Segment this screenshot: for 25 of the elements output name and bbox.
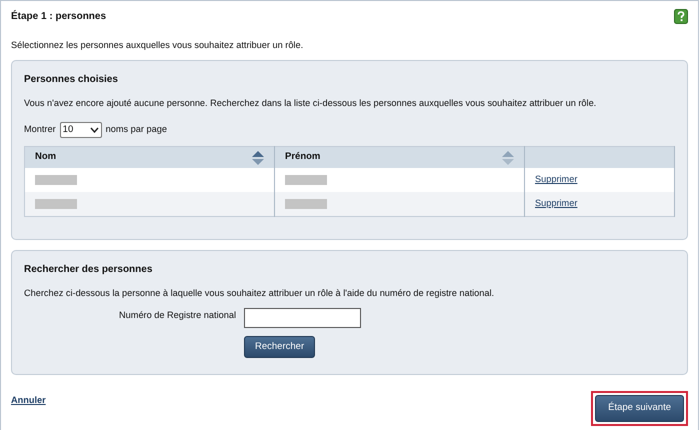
redacted-block [285,198,327,209]
redacted-block [35,174,77,185]
help-icon[interactable] [674,9,688,24]
info-text: Cherchez ci-dessous la personne à laquelle vous souhaitez attribuer un rôle à l'aide du numéro de registre national. [24,288,496,300]
delete-link[interactable]: Supprimer [535,174,578,184]
redacted-block [285,174,327,185]
delete-link[interactable]: Supprimer [535,198,578,208]
column-header[interactable]: Prénom [285,151,320,164]
per-page-label: noms par page [106,124,167,136]
next-step-button[interactable]: Étape suivante [595,395,684,422]
sort-icon[interactable] [252,150,264,165]
show-label: Montrer [24,124,56,136]
panel-heading: Rechercher des personnes [24,262,154,276]
column-header[interactable]: Nom [35,151,56,164]
page-size-select[interactable]: 10 [60,122,102,138]
search-button[interactable]: Rechercher [244,336,316,358]
intro-text: Sélectionnez les personnes auxquelles vous souhaitez attribuer un rôle. [11,40,304,52]
info-text: Vous n'avez encore ajouté aucune personne. Recherchez dans la liste ci-dessous les personnes auxquelles vous souhaitez attribuer un rôle. [24,98,598,110]
cancel-link[interactable]: Annuler [11,395,46,408]
page-title: Étape 1 : personnes [11,10,106,23]
caret-icon[interactable] [90,126,99,133]
register-number-field[interactable] [244,308,361,328]
panel-heading: Personnes choisies [24,72,119,86]
redacted-block [35,198,77,209]
field-label: Numéro de Registre national [118,308,236,322]
